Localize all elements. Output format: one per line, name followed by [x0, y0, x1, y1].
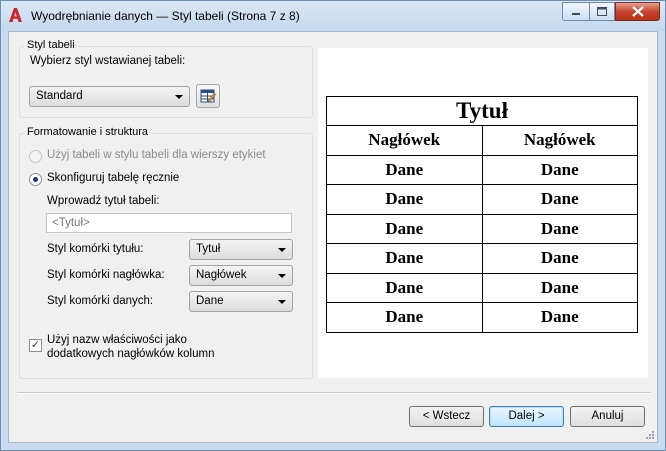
chevron-down-icon — [278, 248, 286, 252]
preview-data-cell: Dane — [326, 243, 483, 274]
preview-data-cell: Dane — [481, 213, 638, 244]
table-title-input[interactable] — [47, 214, 291, 232]
preview-header-cell: Nagłówek — [481, 125, 638, 156]
table-style-selected: Standard — [36, 90, 83, 102]
dialog-window: Wyodrębnianie danych — Styl tabeli (Stro… — [0, 0, 666, 451]
minimize-icon — [572, 12, 580, 15]
title-cell-style-label: Styl komórki tytułu: — [47, 243, 144, 255]
maximize-icon — [597, 7, 607, 16]
chevron-down-icon — [175, 95, 183, 99]
window-title: Wyodrębnianie danych — Styl tabeli (Stro… — [31, 9, 300, 23]
back-button[interactable]: < Wstecz — [409, 406, 484, 427]
table-style-select[interactable]: Standard — [29, 86, 190, 107]
preview-data-cell: Dane — [326, 154, 483, 185]
preview-data-cell: Dane — [481, 302, 638, 333]
table-style-edit-icon — [200, 89, 216, 103]
preview-data-cell: Dane — [481, 243, 638, 274]
preview-table: Tytuł Nagłówek Nagłówek Dane Dane Dane Dan… — [326, 96, 638, 333]
preview-header-cell: Nagłówek — [326, 125, 483, 156]
data-cell-style-value: Dane — [196, 295, 224, 307]
table-style-edit-button[interactable] — [196, 84, 220, 108]
chevron-down-icon — [278, 300, 286, 304]
table-style-labels-radio[interactable] — [29, 150, 42, 163]
preview-title-cell: Tytuł — [326, 96, 638, 126]
header-cell-style-label: Styl komórki nagłówka: — [47, 269, 165, 281]
formatting-group: Formatowanie i struktura Użyj tabeli w s… — [19, 126, 313, 379]
table-title-input-box — [46, 213, 292, 233]
autocad-a-icon — [9, 8, 22, 22]
table-style-labels-label: Użyj tabeli w stylu tabeli dla wierszy e… — [47, 149, 266, 161]
use-property-names-checkbox[interactable]: ✓ — [29, 339, 42, 352]
table-title-prompt: Wprowadź tytuł tabeli: — [47, 195, 160, 207]
header-cell-style-value: Nagłówek — [196, 269, 247, 281]
use-property-names-label-line2: dodatkowych nagłówków kolumn — [47, 348, 215, 360]
title-cell-style-value: Tytuł — [196, 243, 221, 255]
table-preview: Tytuł Nagłówek Nagłówek Dane Dane Dane Dan… — [318, 48, 648, 378]
header-cell-style-select[interactable]: Nagłówek — [189, 265, 293, 286]
resize-grip-icon[interactable] — [644, 429, 654, 439]
cancel-button[interactable]: Anuluj — [570, 406, 645, 427]
footer-divider — [17, 392, 651, 394]
table-style-group: Styl tabeli Wybierz styl wstawianej tabe… — [19, 39, 313, 118]
next-button[interactable]: Dalej > — [489, 406, 564, 427]
table-style-group-title: Styl tabeli — [24, 39, 78, 51]
title-bar[interactable]: Wyodrębnianie danych — Styl tabeli (Stro… — [1, 1, 665, 31]
data-cell-style-select[interactable]: Dane — [189, 291, 293, 312]
close-button[interactable] — [615, 2, 660, 21]
formatting-group-title: Formatowanie i struktura — [24, 126, 152, 138]
preview-data-cell: Dane — [326, 302, 483, 333]
preview-data-cell: Dane — [481, 184, 638, 215]
manual-config-label: Skonfiguruj tabelę ręcznie — [47, 172, 180, 184]
preview-data-cell: Dane — [481, 272, 638, 303]
preview-data-cell: Dane — [326, 184, 483, 215]
maximize-button[interactable] — [589, 2, 615, 21]
manual-config-radio[interactable] — [29, 173, 42, 186]
minimize-button[interactable] — [562, 2, 589, 21]
use-property-names-label-line1: Użyj nazw właściwości jako — [47, 334, 187, 346]
chevron-down-icon — [278, 274, 286, 278]
preview-data-cell: Dane — [326, 272, 483, 303]
preview-data-cell: Dane — [326, 213, 483, 244]
dialog-client-area: Styl tabeli Wybierz styl wstawianej tabe… — [8, 31, 658, 443]
data-cell-style-label: Styl komórki danych: — [47, 295, 154, 307]
close-icon — [631, 6, 644, 17]
table-style-prompt: Wybierz styl wstawianej tabeli: — [30, 55, 186, 67]
preview-data-cell: Dane — [481, 154, 638, 185]
title-cell-style-select[interactable]: Tytuł — [189, 239, 293, 260]
